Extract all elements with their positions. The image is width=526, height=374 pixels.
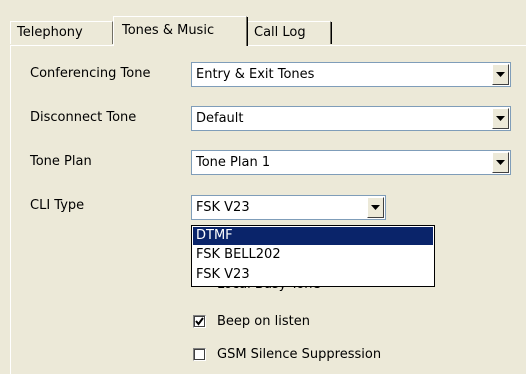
tab-call-log-label: Call Log [254, 25, 306, 40]
cli-option-fsk-bell202[interactable]: FSK BELL202 [193, 246, 433, 264]
cli-option-fsk-v23[interactable]: FSK V23 [193, 266, 433, 284]
tab-telephony[interactable]: Telephony [10, 21, 113, 44]
tab-telephony-label: Telephony [17, 25, 83, 40]
settings-dialog: Telephony Tones & Music Call Log Confere… [0, 0, 526, 374]
tab-tones-and-music-label: Tones & Music [122, 23, 215, 38]
tab-strip: Telephony Tones & Music Call Log [10, 16, 520, 46]
tones-music-panel [10, 45, 526, 374]
cli-option-dtmf[interactable]: DTMF [193, 227, 433, 245]
tab-tones-and-music[interactable]: Tones & Music [113, 16, 248, 46]
cli-type-dropdown-list: DTMF FSK BELL202 FSK V23 [191, 225, 435, 287]
tab-call-log[interactable]: Call Log [247, 21, 332, 44]
